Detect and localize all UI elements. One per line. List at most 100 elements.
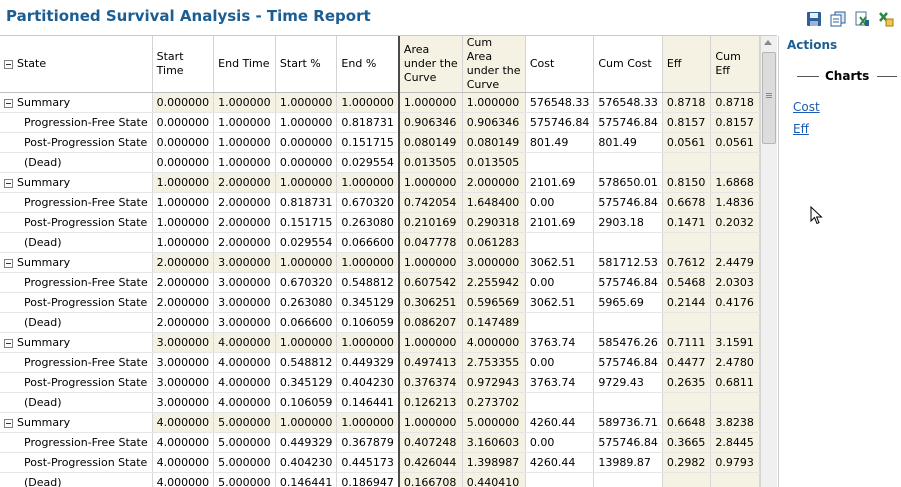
- cell-text: 0.000000: [279, 156, 333, 169]
- summary-row[interactable]: Summary 2.000000 3.000000 1.000000 1.000000 1…: [0, 252, 760, 273]
- cell-text: 0.166708: [403, 476, 457, 487]
- cell-end-pct: 0.186947: [336, 472, 400, 487]
- cell-text: 0.3665: [666, 436, 706, 449]
- state-row[interactable]: Progression-Free State 0.000000 1.000000 1.…: [0, 112, 760, 133]
- collapse-icon[interactable]: [4, 338, 13, 348]
- summary-row[interactable]: Summary 1.000000 2.000000 1.000000 1.000000 1…: [0, 172, 760, 193]
- cell-text: 0.080149: [466, 136, 520, 149]
- state-row[interactable]: Post-Progression State 0.000000 1.000000 0.…: [0, 132, 760, 153]
- cell-text: 0.906346: [466, 116, 520, 129]
- cell-text: 5.000000: [218, 476, 271, 487]
- cell-end-pct: 1.000000: [336, 92, 400, 113]
- collapse-icon[interactable]: [4, 178, 13, 188]
- cell-end-pct: 0.151715: [336, 132, 400, 153]
- cell-eff: 0.3665: [662, 432, 712, 453]
- cell-text: 0.972943: [466, 376, 520, 389]
- state-row[interactable]: (Dead) 1.000000 2.000000 0.029554 0.066600 0.…: [0, 232, 760, 253]
- cell-text: 0.080149: [403, 136, 457, 149]
- state-row[interactable]: Post-Progression State 2.000000 3.000000 0.…: [0, 292, 760, 313]
- cell-state: Progression-Free State: [0, 112, 153, 133]
- state-row[interactable]: (Dead) 0.000000 1.000000 0.000000 0.029554 0.…: [0, 152, 760, 173]
- cell-start-time: 1.000000: [152, 172, 215, 193]
- column-header-start-time[interactable]: Start Time: [152, 36, 215, 93]
- cell-cum-cost: 581712.53: [593, 252, 663, 273]
- state-row[interactable]: Post-Progression State 1.000000 2.000000 0.…: [0, 212, 760, 233]
- cell-text: Summary: [17, 336, 71, 349]
- cell-text: 1.000000: [341, 336, 394, 349]
- cell-text: 0.066600: [279, 316, 333, 329]
- column-header-cost[interactable]: Cost: [525, 36, 595, 93]
- column-header-area[interactable]: Area under the Curve: [398, 36, 463, 93]
- cell-text: 3.000000: [218, 296, 271, 309]
- state-row[interactable]: Progression-Free State 2.000000 3.000000 0.…: [0, 272, 760, 293]
- summary-row[interactable]: Summary 4.000000 5.000000 1.000000 1.000000 1…: [0, 412, 760, 433]
- cell-cum-cost: 2903.18: [593, 212, 663, 233]
- cell-text: 0.4477: [666, 356, 706, 369]
- column-header-end-pct[interactable]: End %: [336, 36, 400, 93]
- cell-text: 0.345129: [341, 296, 394, 309]
- cell-text: 13989.87: [598, 456, 651, 469]
- column-header-cum-area[interactable]: Cum Area under the Curve: [462, 36, 526, 93]
- summary-row[interactable]: Summary 3.000000 4.000000 1.000000 1.000000 1…: [0, 332, 760, 353]
- column-header-end-time[interactable]: End Time: [213, 36, 276, 93]
- export-excel-icon[interactable]: [853, 10, 871, 27]
- collapse-icon[interactable]: [4, 98, 13, 108]
- cell-text: 2.000000: [218, 236, 271, 249]
- cell-cost: 2101.69: [525, 212, 595, 233]
- cell-text: 0.000000: [279, 136, 333, 149]
- state-row[interactable]: Post-Progression State 4.000000 5.000000 0.…: [0, 452, 760, 473]
- scroll-up-icon[interactable]: [764, 40, 772, 45]
- state-row[interactable]: (Dead) 4.000000 5.000000 0.146441 0.186947 0.…: [0, 472, 760, 487]
- time-report-table: State Start Time End Time Start % End % …: [0, 36, 760, 487]
- copy-icon[interactable]: [829, 10, 847, 27]
- cell-text: (Dead): [24, 156, 62, 169]
- cell-text: 0.9793: [715, 456, 754, 469]
- cell-text: 0.0561: [715, 136, 754, 149]
- scrollbar-thumb[interactable]: [762, 52, 776, 144]
- cell-text: Progression-Free State: [24, 196, 148, 209]
- vertical-scrollbar[interactable]: [760, 36, 777, 487]
- eff-chart-link[interactable]: Eff: [793, 122, 809, 136]
- cell-text: 801.49: [529, 136, 569, 149]
- state-row[interactable]: Progression-Free State 3.000000 4.000000 0.…: [0, 352, 760, 373]
- summary-row[interactable]: Summary 0.000000 1.000000 1.000000 1.000000 1…: [0, 92, 760, 113]
- cell-end-time: 4.000000: [213, 332, 276, 353]
- collapse-icon[interactable]: [4, 418, 13, 428]
- export-excel-alt-icon[interactable]: [877, 10, 895, 27]
- save-icon[interactable]: [805, 10, 823, 27]
- state-row[interactable]: (Dead) 2.000000 3.000000 0.066600 0.106059 0.…: [0, 312, 760, 333]
- cell-text: 5965.69: [598, 296, 644, 309]
- column-header-eff[interactable]: Eff: [662, 36, 712, 93]
- state-row[interactable]: Post-Progression State 3.000000 4.000000 0.…: [0, 372, 760, 393]
- cell-cost: [525, 392, 595, 413]
- column-header-cum-eff[interactable]: Cum Eff: [710, 36, 760, 93]
- cell-text: 589736.71: [598, 416, 658, 429]
- cell-text: 2101.69: [529, 176, 576, 189]
- cell-text: 0.2144: [666, 296, 706, 309]
- state-row[interactable]: (Dead) 3.000000 4.000000 0.106059 0.146441 0.…: [0, 392, 760, 413]
- column-header-start-pct[interactable]: Start %: [275, 36, 338, 93]
- cell-text: 575746.84: [598, 196, 658, 209]
- cell-text: 0.548812: [341, 276, 394, 289]
- cell-text: 1.000000: [156, 236, 210, 249]
- cell-cum-area: 0.273702: [462, 392, 526, 413]
- cell-start-pct: 0.066600: [275, 312, 338, 333]
- cell-text: 0.345129: [279, 376, 333, 389]
- state-row[interactable]: Progression-Free State 1.000000 2.000000 0.…: [0, 192, 760, 213]
- time-report-grid: State Start Time End Time Start % End % …: [0, 36, 760, 487]
- cell-start-time: 0.000000: [152, 92, 215, 113]
- cell-cum-area: 0.080149: [462, 132, 526, 153]
- collapse-icon[interactable]: [4, 258, 13, 268]
- cell-text: 0.086207: [403, 316, 457, 329]
- cell-text: 0.263080: [341, 216, 394, 229]
- column-header-state[interactable]: State: [0, 36, 153, 93]
- cost-chart-link[interactable]: Cost: [793, 100, 820, 114]
- column-header-cum-cost[interactable]: Cum Cost: [593, 36, 663, 93]
- cell-text: 5.000000: [218, 436, 271, 449]
- cell-text: 1.000000: [279, 176, 333, 189]
- state-row[interactable]: Progression-Free State 4.000000 5.000000 0.…: [0, 432, 760, 453]
- cell-start-pct: 1.000000: [275, 412, 338, 433]
- cell-text: 0.151715: [341, 136, 394, 149]
- cell-area: 0.407248: [398, 432, 463, 453]
- collapse-all-icon[interactable]: [4, 59, 13, 69]
